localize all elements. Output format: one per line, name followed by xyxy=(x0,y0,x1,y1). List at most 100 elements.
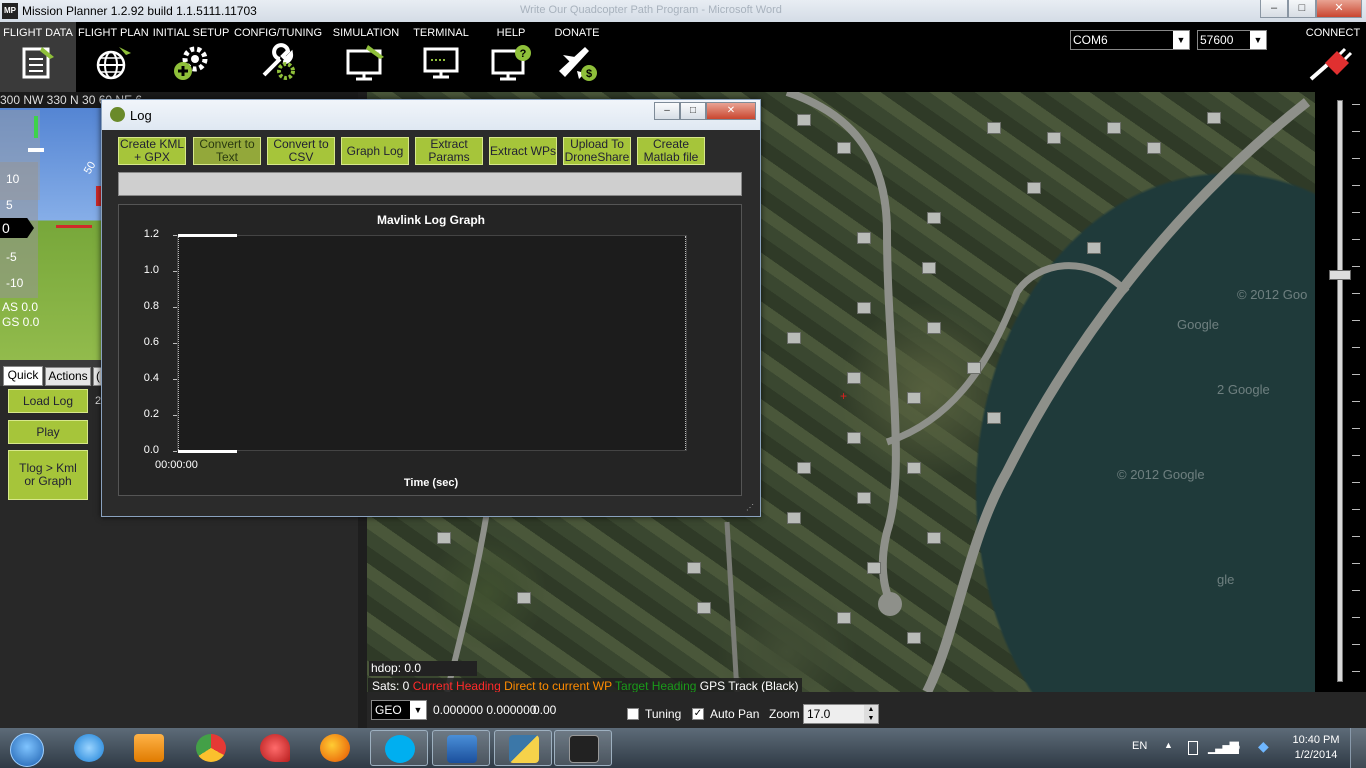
zoom-tick-mark xyxy=(1352,320,1360,321)
media-player-icon[interactable] xyxy=(120,730,178,766)
zoom-tick-mark xyxy=(1352,374,1360,375)
tab-actions[interactable]: Actions xyxy=(45,367,91,386)
pitch-marker xyxy=(34,116,38,138)
tlog-to-kml-button[interactable]: Tlog > Kml or Graph xyxy=(8,450,88,500)
close-window-button[interactable]: ✕ xyxy=(1316,0,1362,18)
y-tick-label: 0.2 xyxy=(143,408,159,420)
flight-data-label: FLIGHT DATA xyxy=(3,27,73,39)
coordinates-readout: 0.000000 0.000000 xyxy=(433,703,537,717)
flight-plan-tab[interactable]: FLIGHT PLAN xyxy=(78,22,149,92)
zoom-input[interactable]: 17.0 ▲ ▼ xyxy=(803,704,879,724)
connect-button[interactable]: CONNECT xyxy=(1300,22,1366,92)
com-port-select[interactable]: COM6 ▼ xyxy=(1070,30,1190,50)
help-label: HELP xyxy=(496,27,526,39)
zoom-tick-mark xyxy=(1352,293,1360,294)
graph-log-button[interactable]: Graph Log xyxy=(341,137,409,165)
volume-icon[interactable]: ♪ xyxy=(1234,738,1241,754)
dropbox-icon[interactable]: ◆ xyxy=(1258,738,1269,755)
firefox-icon[interactable] xyxy=(306,730,364,766)
config-tuning-tab[interactable]: CONFIG/TUNING xyxy=(234,22,322,92)
dialog-close-button[interactable]: ✕ xyxy=(706,102,756,120)
clock-date: 1/2/2014 xyxy=(1294,749,1338,761)
initial-setup-tab[interactable]: INITIAL SETUP xyxy=(152,22,230,92)
log-dialog-title: Log xyxy=(130,108,152,123)
log-dialog-title-bar[interactable]: Log – □ ✕ xyxy=(102,100,760,130)
log-dialog-icon xyxy=(110,107,125,122)
spinner-arrows-icon[interactable]: ▲ ▼ xyxy=(864,705,878,723)
convert-to-text-button[interactable]: Convert to Text xyxy=(193,137,261,165)
internet-explorer-icon[interactable] xyxy=(60,730,118,766)
help-tab[interactable]: HELP ? xyxy=(480,22,542,92)
autopan-checkbox[interactable]: ✓ xyxy=(692,706,704,720)
simulation-label: SIMULATION xyxy=(332,27,400,39)
maximize-button[interactable]: □ xyxy=(1288,0,1316,18)
python-icon[interactable] xyxy=(494,730,552,766)
zoom-tick-mark xyxy=(1352,482,1360,483)
chrome-icon[interactable] xyxy=(182,730,240,766)
flight-plan-label: FLIGHT PLAN xyxy=(78,27,149,39)
zoom-tick-mark xyxy=(1352,428,1360,429)
signal-icon[interactable]: ▁▃▅▇ xyxy=(1208,740,1239,754)
simulation-tab[interactable]: SIMULATION xyxy=(330,22,402,92)
checkbox-box xyxy=(627,707,639,720)
y-tick-label: 1.2 xyxy=(143,228,159,240)
y-tick-label: 0.4 xyxy=(143,372,159,384)
battery-icon[interactable] xyxy=(1188,741,1198,755)
map-watermark: © 2012 Google xyxy=(1117,467,1205,482)
zoom-slider-thumb[interactable] xyxy=(1329,270,1351,280)
map-zoom-slider[interactable] xyxy=(1315,92,1366,692)
map-watermark: Google xyxy=(1177,317,1219,332)
horizon-marker xyxy=(56,225,92,228)
upload-to-droneshare-button[interactable]: Upload To DroneShare xyxy=(563,137,631,165)
minimize-button[interactable]: – xyxy=(1260,0,1288,18)
mission-planner-icon[interactable] xyxy=(554,730,612,766)
zoom-label: Zoom xyxy=(769,707,800,721)
tray-clock[interactable]: 10:40 PM 1/2/2014 xyxy=(1290,734,1342,761)
extract-params-button[interactable]: Extract Params xyxy=(415,137,483,165)
map-watermark: 2 Google xyxy=(1217,382,1270,397)
y-tick-mark xyxy=(173,451,177,452)
map-watermark: gle xyxy=(1217,572,1235,587)
dialog-maximize-button[interactable]: □ xyxy=(680,102,706,120)
flight-data-tab[interactable]: FLIGHT DATA xyxy=(0,22,76,92)
legend-current-heading: Current Heading xyxy=(412,679,501,693)
donate-label: DONATE xyxy=(554,27,600,39)
mission-planner-app-icon: MP xyxy=(2,3,18,19)
terminal-icon xyxy=(423,47,459,79)
play-button[interactable]: Play xyxy=(8,420,88,444)
zoom-tick-mark xyxy=(1352,266,1360,267)
x-tick-label: 00:00:00 xyxy=(155,459,198,471)
coord-mode-select[interactable]: GEO ▼ xyxy=(371,700,427,720)
initial-setup-label: INITIAL SETUP xyxy=(152,27,230,39)
tray-expand-icon[interactable]: ▲ xyxy=(1164,740,1173,750)
terminal-tab[interactable]: TERMINAL xyxy=(410,22,472,92)
coord-mode-value: GEO xyxy=(375,703,402,717)
input-language[interactable]: EN xyxy=(1132,740,1147,752)
load-log-button[interactable]: Load Log xyxy=(8,389,88,413)
hdop-readout: hdop: 0.0 xyxy=(369,661,477,676)
tab-quick[interactable]: Quick xyxy=(3,366,43,386)
resize-grip-icon[interactable]: ⋰ xyxy=(746,503,754,512)
series-0-segment xyxy=(178,234,237,237)
word-icon[interactable] xyxy=(432,730,490,766)
zoom-tick-mark xyxy=(1352,509,1360,510)
show-desktop-button[interactable] xyxy=(1350,728,1366,768)
start-orb-icon[interactable] xyxy=(0,730,56,767)
create-matlab-file-button[interactable]: Create Matlab file xyxy=(637,137,705,165)
dialog-minimize-button[interactable]: – xyxy=(654,102,680,120)
convert-to-csv-button[interactable]: Convert to CSV xyxy=(267,137,335,165)
pushpin-app-icon[interactable] xyxy=(246,730,304,766)
legend-gps-track: GPS Track (Black) xyxy=(699,679,799,693)
x-axis-title: Time (sec) xyxy=(403,477,459,489)
skype-icon[interactable] xyxy=(370,730,428,766)
mavlink-log-graph[interactable]: Mavlink Log Graph 1.2 1.0 0.8 0.6 0.4 0.2 0.0 … xyxy=(118,204,742,496)
tuning-checkbox[interactable] xyxy=(627,706,639,720)
autopan-label: Auto Pan xyxy=(710,707,760,721)
donate-plane-icon: $ xyxy=(559,47,597,81)
extract-wps-button[interactable]: Extract WPs xyxy=(489,137,557,165)
create-kml-gpx-button[interactable]: Create KML + GPX xyxy=(118,137,186,165)
donate-tab[interactable]: DONATE $ xyxy=(548,22,606,92)
baud-rate-select[interactable]: 57600 ▼ xyxy=(1197,30,1267,50)
setup-gear-icon xyxy=(174,46,208,80)
connect-label: CONNECT xyxy=(1305,27,1361,39)
